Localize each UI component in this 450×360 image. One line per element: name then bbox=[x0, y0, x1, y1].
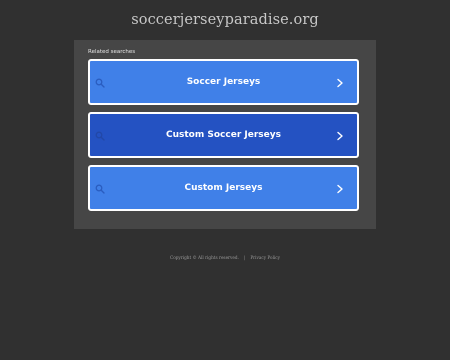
copyright-text: Copyright © All rights reserved. bbox=[170, 255, 239, 260]
footer-separator: | bbox=[243, 255, 246, 260]
page: soccerjerseyparadise.org Related searche… bbox=[0, 0, 450, 360]
chevron-right-icon bbox=[337, 184, 343, 194]
related-searches-label: Related searches bbox=[88, 49, 136, 55]
search-result-soccer-jerseys[interactable]: Soccer Jerseys bbox=[88, 59, 359, 105]
search-result-custom-soccer-jerseys[interactable]: Custom Soccer Jerseys bbox=[88, 112, 359, 158]
search-result-label: Custom Soccer Jerseys bbox=[166, 130, 281, 140]
search-result-label: Soccer Jerseys bbox=[186, 77, 261, 87]
chevron-right-icon bbox=[337, 131, 343, 141]
related-searches-panel: Related searches Soccer Jerseys Custom S… bbox=[74, 40, 376, 229]
footer: Copyright © All rights reserved. | Privacy… bbox=[0, 255, 450, 260]
privacy-policy-link[interactable]: Privacy Policy bbox=[250, 255, 280, 260]
search-result-custom-jerseys[interactable]: Custom Jerseys bbox=[88, 165, 359, 211]
site-title: soccerjerseyparadise.org bbox=[131, 12, 319, 28]
chevron-right-icon bbox=[337, 78, 343, 88]
search-result-label: Custom Jerseys bbox=[184, 183, 263, 193]
